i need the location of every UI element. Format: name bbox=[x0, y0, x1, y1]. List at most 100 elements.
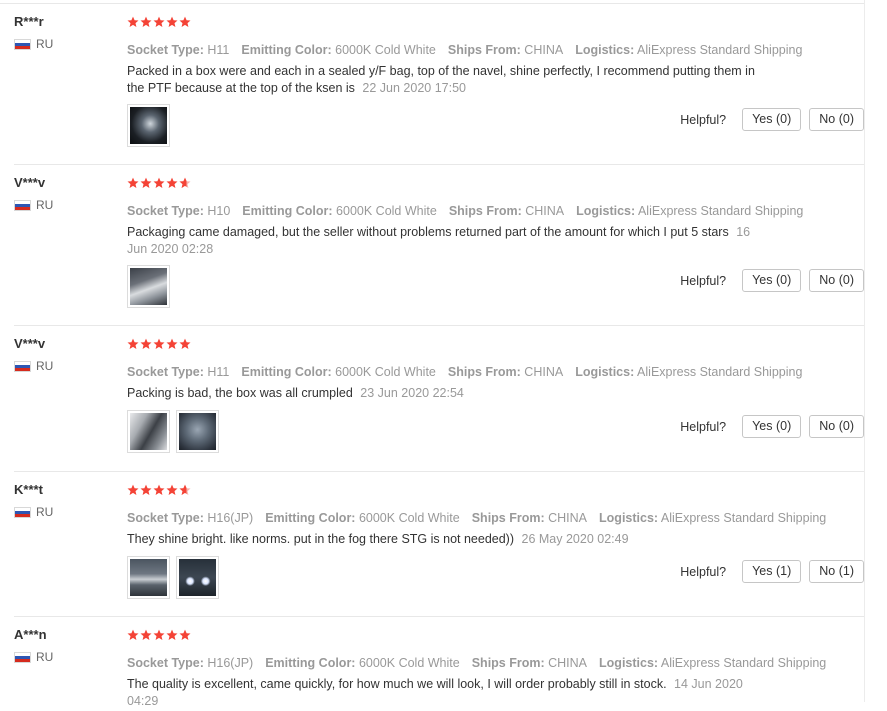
helpful-no-button[interactable]: No (1) bbox=[809, 560, 864, 583]
emitting-color-value: 6000K Cold White bbox=[335, 43, 436, 57]
russia-flag-icon bbox=[14, 651, 31, 663]
car-side-photo[interactable] bbox=[127, 555, 170, 599]
socket-type-attribute: Socket Type: H11 bbox=[127, 43, 229, 57]
star-icon bbox=[166, 16, 178, 27]
helpful-no-button[interactable]: No (0) bbox=[809, 108, 864, 131]
logistics-attribute: Logistics: AliExpress Standard Shipping bbox=[575, 365, 802, 379]
emitting-color-value: 6000K Cold White bbox=[336, 204, 437, 218]
socket-type-value: H16(JP) bbox=[207, 656, 254, 670]
socket-type-label: Socket Type: bbox=[127, 43, 204, 57]
emitting-color-attribute: Emitting Color: 6000K Cold White bbox=[265, 511, 460, 525]
country-code: RU bbox=[36, 198, 54, 212]
socket-type-label: Socket Type: bbox=[127, 365, 204, 379]
sku-attributes: Socket Type: H16(JP) Emitting Color: 6000… bbox=[127, 509, 864, 527]
star-icon bbox=[140, 338, 152, 349]
socket-type-value: H11 bbox=[207, 43, 230, 57]
socket-type-label: Socket Type: bbox=[127, 204, 204, 218]
helpful-vote: Helpful? Yes (0) No (0) bbox=[680, 269, 864, 292]
emitting-color-label: Emitting Color: bbox=[242, 204, 333, 218]
review-item: A***n RU Socket Type: H16(JP) Emitting Colo… bbox=[14, 617, 864, 711]
star-icon bbox=[166, 629, 178, 640]
photo-thumbnail bbox=[130, 107, 167, 144]
review-item: K***t RU Socket Type: H16(JP) Emitting Col… bbox=[14, 472, 864, 617]
emitting-color-value: 6000K Cold White bbox=[335, 365, 436, 379]
emitting-color-value: 6000K Cold White bbox=[358, 511, 460, 525]
emitting-color-attribute: Emitting Color: 6000K Cold White bbox=[265, 656, 460, 670]
country-code: RU bbox=[36, 37, 54, 51]
box-closeup-photo[interactable] bbox=[176, 409, 219, 453]
socket-type-attribute: Socket Type: H16(JP) bbox=[127, 656, 253, 670]
review-text: The quality is excellent, came quickly, … bbox=[127, 676, 767, 709]
star-icon bbox=[127, 177, 139, 188]
socket-type-attribute: Socket Type: H11 bbox=[127, 365, 229, 379]
logistics-label: Logistics: bbox=[599, 656, 659, 670]
star-icon bbox=[153, 177, 165, 188]
logistics-label: Logistics: bbox=[575, 365, 635, 379]
socket-type-value: H16(JP) bbox=[207, 511, 254, 525]
star-icon bbox=[127, 484, 139, 495]
review-date: 22 Jun 2020 17:50 bbox=[362, 80, 466, 95]
logistics-label: Logistics: bbox=[576, 204, 636, 218]
logistics-value: AliExpress Standard Shipping bbox=[637, 365, 803, 379]
logistics-attribute: Logistics: AliExpress Standard Shipping bbox=[599, 511, 826, 525]
reviewer-country: RU bbox=[14, 198, 53, 212]
star-rating bbox=[127, 484, 864, 498]
review-item: V***v RU Socket Type: H11 Emitting Color: 6… bbox=[14, 326, 864, 472]
emitting-color-attribute: Emitting Color: 6000K Cold White bbox=[241, 365, 436, 379]
review-item: R***r RU Socket Type: H11 Emitting Color: 6… bbox=[14, 4, 864, 165]
emitting-color-label: Emitting Color: bbox=[265, 656, 356, 670]
star-icon bbox=[153, 16, 165, 27]
helpful-label: Helpful? bbox=[680, 273, 727, 288]
dark-road-photo[interactable] bbox=[127, 104, 170, 147]
star-icon bbox=[140, 16, 152, 27]
helpful-vote: Helpful? Yes (0) No (0) bbox=[680, 415, 864, 438]
helpful-label: Helpful? bbox=[680, 419, 727, 434]
helpful-no-button[interactable]: No (0) bbox=[809, 415, 864, 438]
emitting-color-label: Emitting Color: bbox=[241, 43, 332, 57]
star-icon bbox=[166, 484, 178, 495]
helpful-no-button[interactable]: No (0) bbox=[809, 269, 864, 292]
ships-from-value: CHINA bbox=[548, 656, 588, 670]
socket-type-label: Socket Type: bbox=[127, 656, 204, 670]
reviewer-country: RU bbox=[14, 37, 53, 51]
ships-from-label: Ships From: bbox=[447, 43, 521, 57]
helpful-yes-button[interactable]: Yes (0) bbox=[742, 415, 802, 438]
russia-flag-icon bbox=[14, 38, 31, 50]
helpful-yes-button[interactable]: Yes (1) bbox=[742, 560, 802, 583]
hand-package-photo[interactable] bbox=[127, 265, 170, 308]
ships-from-attribute: Ships From: CHINA bbox=[448, 43, 563, 57]
review-date: 23 Jun 2020 22:54 bbox=[360, 386, 464, 400]
logistics-attribute: Logistics: AliExpress Standard Shipping bbox=[576, 204, 803, 218]
sku-attributes: Socket Type: H11 Emitting Color: 6000K Co… bbox=[127, 41, 864, 59]
scrollbar-track[interactable] bbox=[864, 0, 887, 702]
country-code: RU bbox=[36, 650, 54, 664]
star-rating bbox=[127, 16, 864, 30]
star-rating bbox=[127, 177, 864, 191]
emitting-color-label: Emitting Color: bbox=[265, 511, 356, 525]
crumpled-box-photo[interactable] bbox=[127, 409, 170, 453]
ships-from-value: CHINA bbox=[524, 43, 564, 57]
ships-from-label: Ships From: bbox=[448, 204, 522, 218]
star-icon bbox=[166, 177, 178, 188]
ships-from-label: Ships From: bbox=[471, 511, 545, 525]
review-text: Packaging came damaged, but the seller w… bbox=[127, 224, 767, 257]
helpful-yes-button[interactable]: Yes (0) bbox=[742, 269, 802, 292]
review-body: Socket Type: H16(JP) Emitting Color: 6000… bbox=[127, 617, 864, 709]
ships-from-attribute: Ships From: CHINA bbox=[448, 365, 563, 379]
star-icon bbox=[179, 338, 191, 349]
emitting-color-attribute: Emitting Color: 6000K Cold White bbox=[241, 43, 436, 57]
star-icon bbox=[153, 629, 165, 640]
logistics-label: Logistics: bbox=[575, 43, 635, 57]
ships-from-label: Ships From: bbox=[471, 656, 545, 670]
sku-attributes: Socket Type: H10 Emitting Color: 6000K Co… bbox=[127, 202, 864, 220]
logistics-value: AliExpress Standard Shipping bbox=[637, 204, 804, 218]
helpful-yes-button[interactable]: Yes (0) bbox=[742, 108, 802, 131]
reviewer-name: V***v bbox=[14, 336, 46, 351]
star-icon bbox=[179, 16, 191, 27]
ships-from-value: CHINA bbox=[524, 365, 564, 379]
car-front-lights-photo[interactable] bbox=[176, 555, 219, 599]
review-comment: Packing is bad, the box was all crumpled bbox=[127, 386, 353, 400]
helpful-vote: Helpful? Yes (1) No (1) bbox=[680, 560, 864, 583]
review-date: 26 May 2020 02:49 bbox=[521, 532, 629, 546]
star-icon bbox=[140, 177, 152, 188]
